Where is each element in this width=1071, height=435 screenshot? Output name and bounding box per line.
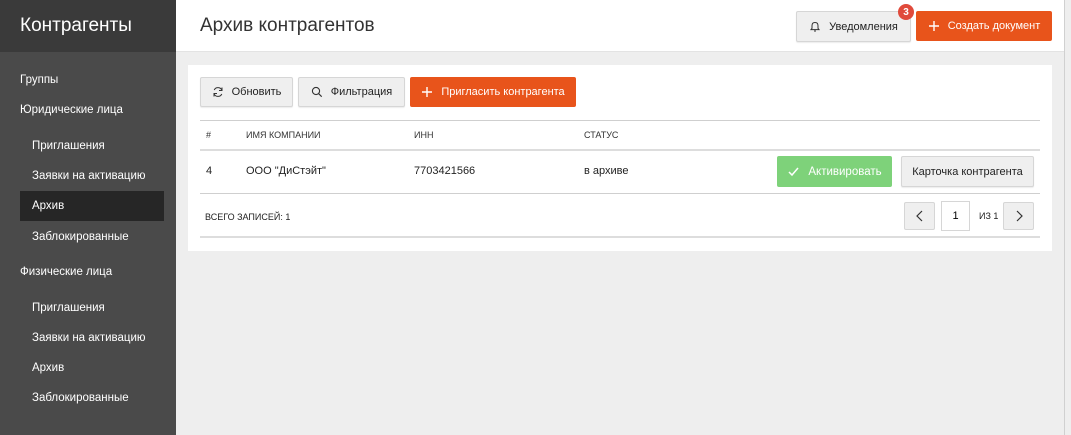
table-top-divider xyxy=(200,120,1040,121)
sidebar-item-individuals-invitations[interactable]: Приглашения xyxy=(32,302,105,314)
chevron-left-icon xyxy=(915,210,922,222)
counterparty-card-label: Карточка контрагента xyxy=(912,165,1023,178)
filter-label: Фильтрация xyxy=(330,86,393,98)
sidebar-item-individuals-archive[interactable]: Архив xyxy=(32,362,64,374)
check-icon xyxy=(788,167,799,177)
page-title: Архив контрагентов xyxy=(200,15,375,36)
refresh-label: Обновить xyxy=(231,86,282,98)
activate-button[interactable]: Активировать xyxy=(777,156,892,187)
previous-page-button[interactable] xyxy=(904,202,935,230)
column-header-inn: ИНН xyxy=(414,130,434,140)
activate-label: Активировать xyxy=(808,165,882,178)
sidebar: Контрагенты Группы Юридические лица Приг… xyxy=(0,0,176,435)
sidebar-section-individuals[interactable]: Физические лица xyxy=(20,266,112,278)
notifications-label: Уведомления xyxy=(829,20,898,33)
counterparty-card-button[interactable]: Карточка контрагента xyxy=(901,156,1034,187)
sidebar-section-legal[interactable]: Юридические лица xyxy=(20,104,123,116)
page-number-input[interactable] xyxy=(941,201,970,231)
chevron-right-icon xyxy=(1016,210,1023,222)
sidebar-item-individuals-activation-requests[interactable]: Заявки на активацию xyxy=(32,332,146,344)
total-records: ВСЕГО ЗАПИСЕЙ: 1 xyxy=(205,212,291,222)
plus-icon xyxy=(422,87,433,97)
next-page-button[interactable] xyxy=(1003,202,1034,230)
sidebar-item-groups[interactable]: Группы xyxy=(20,74,58,86)
search-icon xyxy=(311,86,322,98)
column-header-company: ИМЯ КОМПАНИИ xyxy=(246,130,321,140)
plus-icon xyxy=(928,21,939,31)
row-number: 4 xyxy=(206,165,213,177)
table-bottom-divider xyxy=(200,193,1040,194)
column-header-number: # xyxy=(206,130,212,140)
notifications-button[interactable]: Уведомления xyxy=(796,11,911,42)
app-title: Контрагенты xyxy=(20,15,132,36)
refresh-icon xyxy=(213,87,223,97)
sidebar-item-legal-archive[interactable]: Архив xyxy=(20,191,164,221)
create-document-label: Создать документ xyxy=(947,20,1041,32)
filter-button[interactable]: Фильтрация xyxy=(298,77,405,107)
invite-counterparty-button[interactable]: Пригласить контрагента xyxy=(410,77,576,107)
column-header-status: СТАТУС xyxy=(584,130,619,140)
sidebar-item-legal-invitations[interactable]: Приглашения xyxy=(32,140,105,152)
sidebar-item-individuals-blocked[interactable]: Заблокированные xyxy=(32,392,129,404)
page-count: ИЗ 1 xyxy=(979,211,999,221)
row-inn: 7703421566 xyxy=(414,165,476,177)
window-right-edge xyxy=(1064,0,1071,435)
row-company-name: ООО "ДиСтэйт" xyxy=(246,165,326,177)
sidebar-header: Контрагенты xyxy=(0,0,176,52)
invite-counterparty-label: Пригласить контрагента xyxy=(441,86,565,98)
row-status: в архиве xyxy=(584,165,629,177)
refresh-button[interactable]: Обновить xyxy=(200,77,293,107)
notifications-count-badge: 3 xyxy=(898,4,914,20)
bell-icon xyxy=(810,21,821,31)
sidebar-item-label: Архив xyxy=(32,200,65,212)
create-document-button[interactable]: Создать документ xyxy=(916,11,1052,41)
sidebar-item-legal-blocked[interactable]: Заблокированные xyxy=(32,231,129,243)
table-header-divider xyxy=(200,149,1040,151)
sidebar-item-legal-activation-requests[interactable]: Заявки на активацию xyxy=(32,170,146,182)
footer-divider xyxy=(200,236,1040,238)
